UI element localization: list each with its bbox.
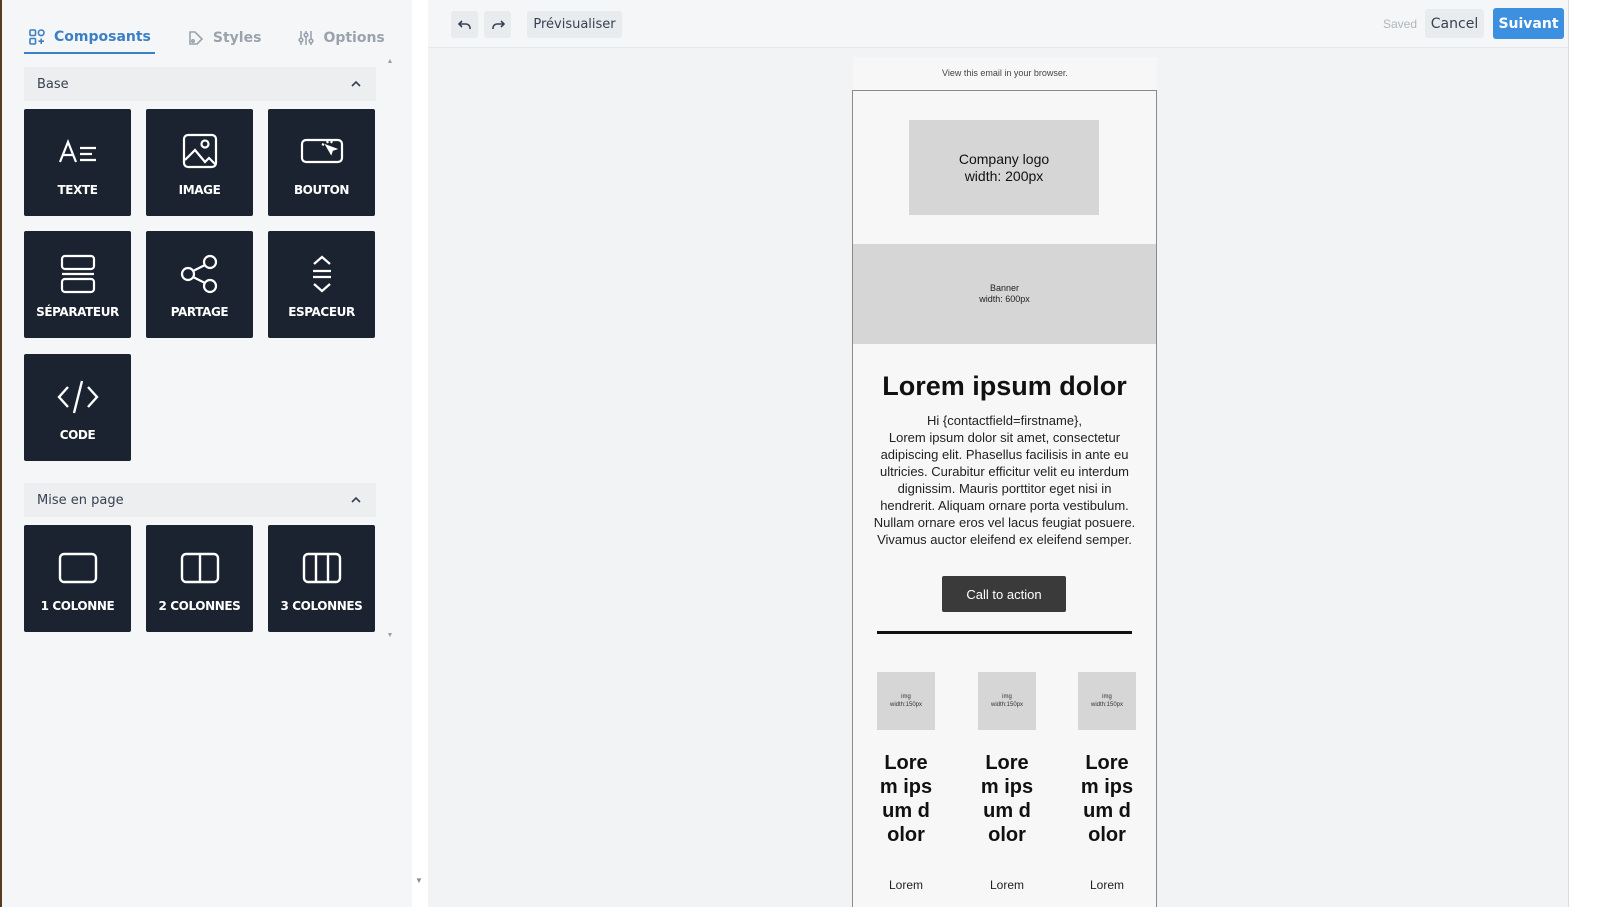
separator-icon <box>60 254 95 294</box>
component-tile-separator[interactable]: SÉPARATEUR <box>24 231 131 338</box>
column-heading[interactable]: Lorem ipsum dolor <box>978 751 1036 847</box>
tile-label: ESPACEUR <box>288 305 355 319</box>
text-icon <box>58 139 96 163</box>
styles-icon <box>189 31 204 45</box>
logo-width-text: width: 200px <box>964 167 1044 184</box>
chevron-up-icon <box>351 496 361 503</box>
column-text[interactable]: Lorem <box>978 878 1036 892</box>
layout-tile-3-columns[interactable]: 3 COLONNES <box>268 525 375 632</box>
share-icon <box>180 254 217 294</box>
email-greeting[interactable]: Hi {contactfield=firstname}, <box>873 412 1136 429</box>
window-edge <box>1568 0 1600 907</box>
code-icon <box>56 380 99 414</box>
components-icon <box>29 29 45 45</box>
img-width-text: width:150px <box>990 702 1024 708</box>
logo-text: Company logo <box>958 150 1050 167</box>
email-body-text[interactable]: Lorem ipsum dolor sit amet, consectetur … <box>873 429 1136 548</box>
tab-label: Options <box>323 30 385 46</box>
company-logo-placeholder[interactable]: Company logo width: 200px <box>909 120 1099 215</box>
undo-icon <box>457 19 471 29</box>
column-image-placeholder[interactable]: img width:150px <box>877 672 935 730</box>
email-preheader[interactable]: View this email in your browser. <box>853 57 1157 90</box>
sliders-icon <box>298 31 315 45</box>
component-tile-code[interactable]: CODE <box>24 354 131 461</box>
column-text[interactable]: Lorem <box>877 878 935 892</box>
component-tile-text[interactable]: TEXTE <box>24 109 131 216</box>
banner-width-text: width: 600px <box>979 294 1030 304</box>
editor-toolbar: Prévisualiser Saved Cancel Suivant <box>428 0 1568 48</box>
tab-styles[interactable]: Styles <box>183 22 266 54</box>
tab-label: Styles <box>212 30 262 46</box>
panel-tabs: Composants Styles Options <box>24 22 417 54</box>
components-panel: Composants Styles Options ▲ ▼ Base TEXTE… <box>0 0 412 907</box>
email-heading[interactable]: Lorem ipsum dolor <box>853 371 1156 402</box>
column-heading[interactable]: Lorem ipsum dolor <box>877 751 935 847</box>
chevron-up-icon <box>351 80 361 87</box>
column-image-placeholder[interactable]: img width:150px <box>1078 672 1136 730</box>
section-title: Base <box>37 76 69 92</box>
next-button[interactable]: Suivant <box>1493 8 1564 39</box>
two-columns-icon <box>180 552 219 584</box>
layout-tile-1-column[interactable]: 1 COLONNE <box>24 525 131 632</box>
column-heading[interactable]: Lorem ipsum dolor <box>1078 751 1136 847</box>
panel-scrollbar[interactable]: ▲ ▼ <box>386 58 394 658</box>
component-tile-image[interactable]: IMAGE <box>146 109 253 216</box>
tile-label: PARTAGE <box>170 305 229 319</box>
banner-text: Banner <box>989 283 1020 293</box>
canvas-scroll-down-icon[interactable]: ▼ <box>414 876 424 886</box>
img-text: img <box>1102 694 1112 700</box>
tab-options[interactable]: Options <box>293 22 388 54</box>
section-header-base[interactable]: Base <box>24 67 376 101</box>
one-column-icon <box>58 552 97 584</box>
tile-label: SÉPARATEUR <box>36 305 119 319</box>
tile-label: 2 COLONNES <box>158 599 241 613</box>
component-tile-button[interactable]: BOUTON <box>268 109 375 216</box>
layout-tile-2-columns[interactable]: 2 COLONNES <box>146 525 253 632</box>
banner-placeholder[interactable]: Banner width: 600px <box>853 244 1156 344</box>
component-tile-share[interactable]: PARTAGE <box>146 231 253 338</box>
save-status: Saved <box>1383 17 1418 31</box>
tile-label: IMAGE <box>178 183 221 197</box>
tile-label: 1 COLONNE <box>40 599 115 613</box>
tile-label: BOUTON <box>293 183 350 197</box>
call-to-action-button[interactable]: Call to action <box>942 576 1066 612</box>
redo-icon <box>491 19 505 29</box>
img-text: img <box>901 694 911 700</box>
tab-label: Composants <box>54 29 151 45</box>
scroll-down-icon[interactable]: ▼ <box>386 632 394 640</box>
column-text[interactable]: Lorem <box>1078 878 1136 892</box>
tile-label: CODE <box>59 428 96 442</box>
redo-button[interactable] <box>484 11 511 38</box>
email-preview: Company logo width: 200px Banner width: … <box>852 90 1157 907</box>
section-title: Mise en page <box>37 492 124 508</box>
image-icon <box>182 133 217 169</box>
email-divider[interactable] <box>877 631 1132 634</box>
column-image-placeholder[interactable]: img width:150px <box>978 672 1036 730</box>
spacer-icon <box>312 255 331 293</box>
component-tile-spacer[interactable]: ESPACEUR <box>268 231 375 338</box>
undo-button[interactable] <box>451 11 478 38</box>
scroll-up-icon[interactable]: ▲ <box>386 58 394 66</box>
img-width-text: width:150px <box>889 702 923 708</box>
three-columns-icon <box>302 552 341 584</box>
img-width-text: width:150px <box>1090 702 1124 708</box>
preview-button[interactable]: Prévisualiser <box>527 11 622 38</box>
button-icon <box>300 138 343 164</box>
tile-label: TEXTE <box>57 183 98 197</box>
section-header-layout[interactable]: Mise en page <box>24 483 376 517</box>
tab-composants[interactable]: Composants <box>24 22 155 54</box>
cancel-button[interactable]: Cancel <box>1425 9 1484 38</box>
img-text: img <box>1002 694 1012 700</box>
tile-label: 3 COLONNES <box>280 599 363 613</box>
